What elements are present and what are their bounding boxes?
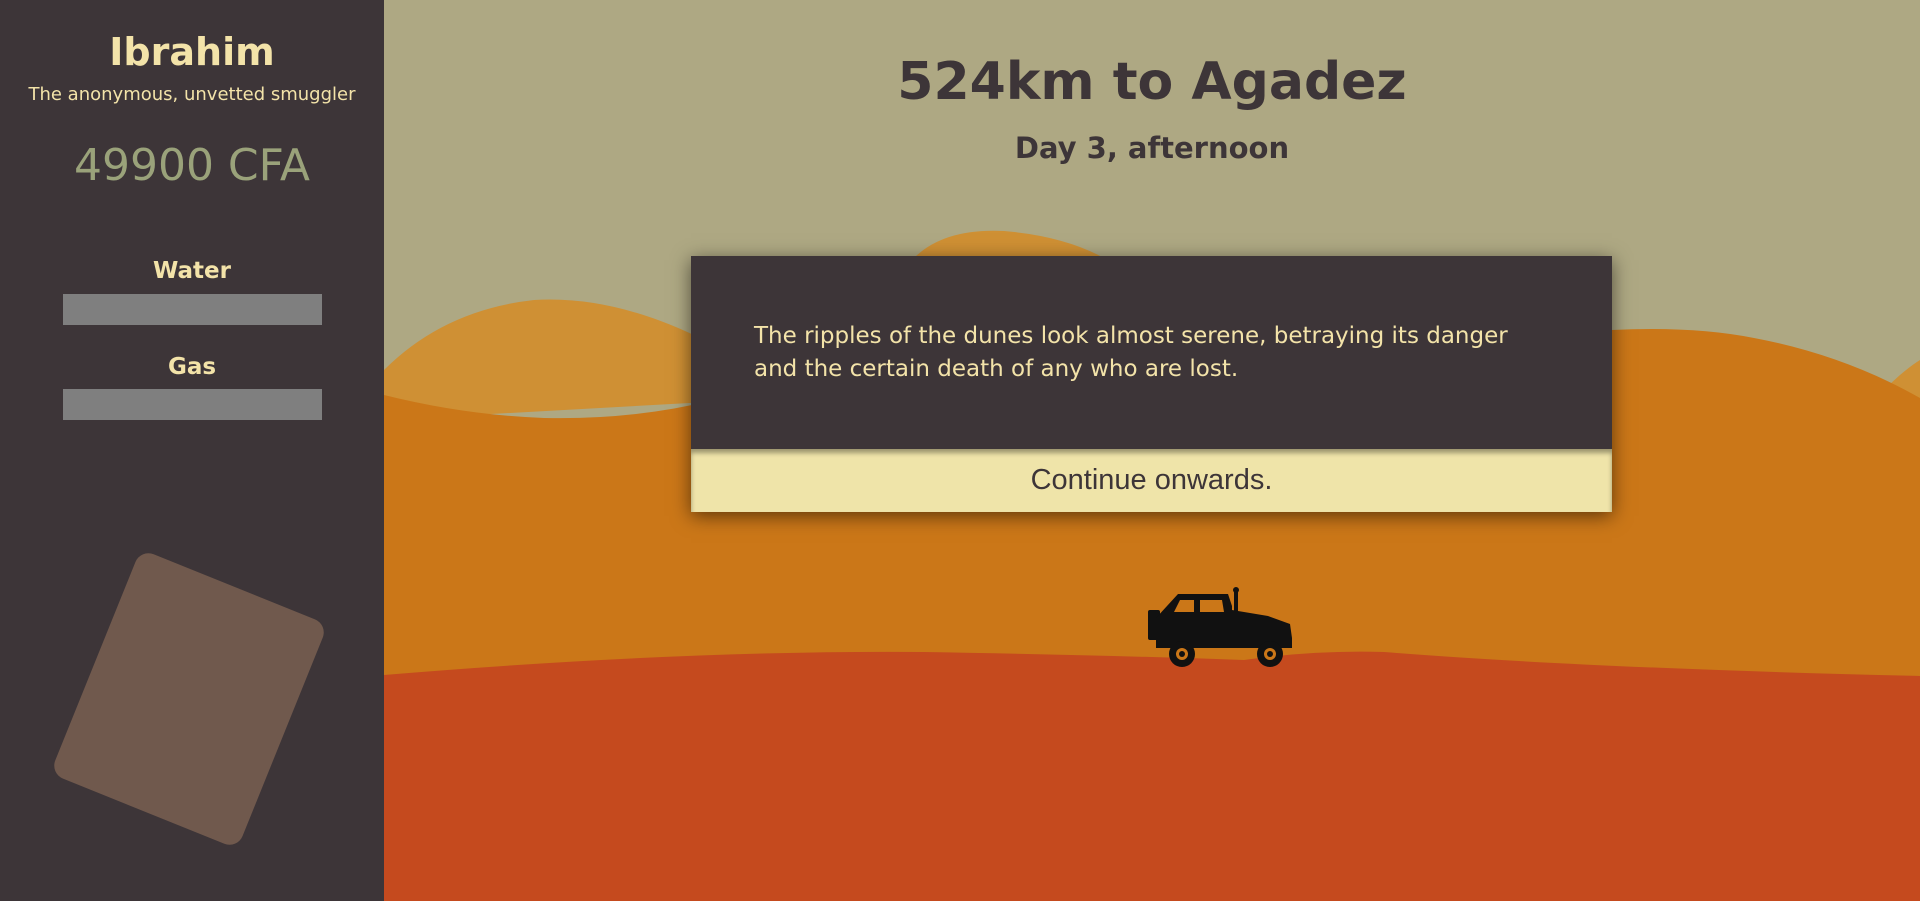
water-label: Water (152, 258, 231, 284)
event-dialog-body: The ripples of the dunes look almost ser… (691, 256, 1612, 449)
event-text: The ripples of the dunes look almost ser… (754, 323, 1508, 382)
player-title: The anonymous, unvetted smuggler (28, 84, 356, 105)
inventory-card[interactable] (50, 548, 328, 850)
sidebar: Ibrahim The anonymous, unvetted smuggler… (0, 0, 384, 901)
player-name: Ibrahim (109, 30, 275, 74)
day-time-heading: Day 3, afternoon (1014, 131, 1290, 165)
water-bar-fill (63, 294, 322, 325)
distance-heading: 524km to Agadez (897, 52, 1407, 112)
gas-bar (63, 389, 322, 420)
water-bar (63, 294, 322, 325)
gas-bar-fill (63, 389, 322, 420)
continue-button[interactable]: Continue onwards. (691, 449, 1612, 512)
event-dialog: The ripples of the dunes look almost ser… (691, 256, 1612, 512)
gas-label: Gas (167, 354, 217, 380)
ground (384, 651, 1920, 901)
money-counter: 49900 CFA (73, 140, 311, 191)
